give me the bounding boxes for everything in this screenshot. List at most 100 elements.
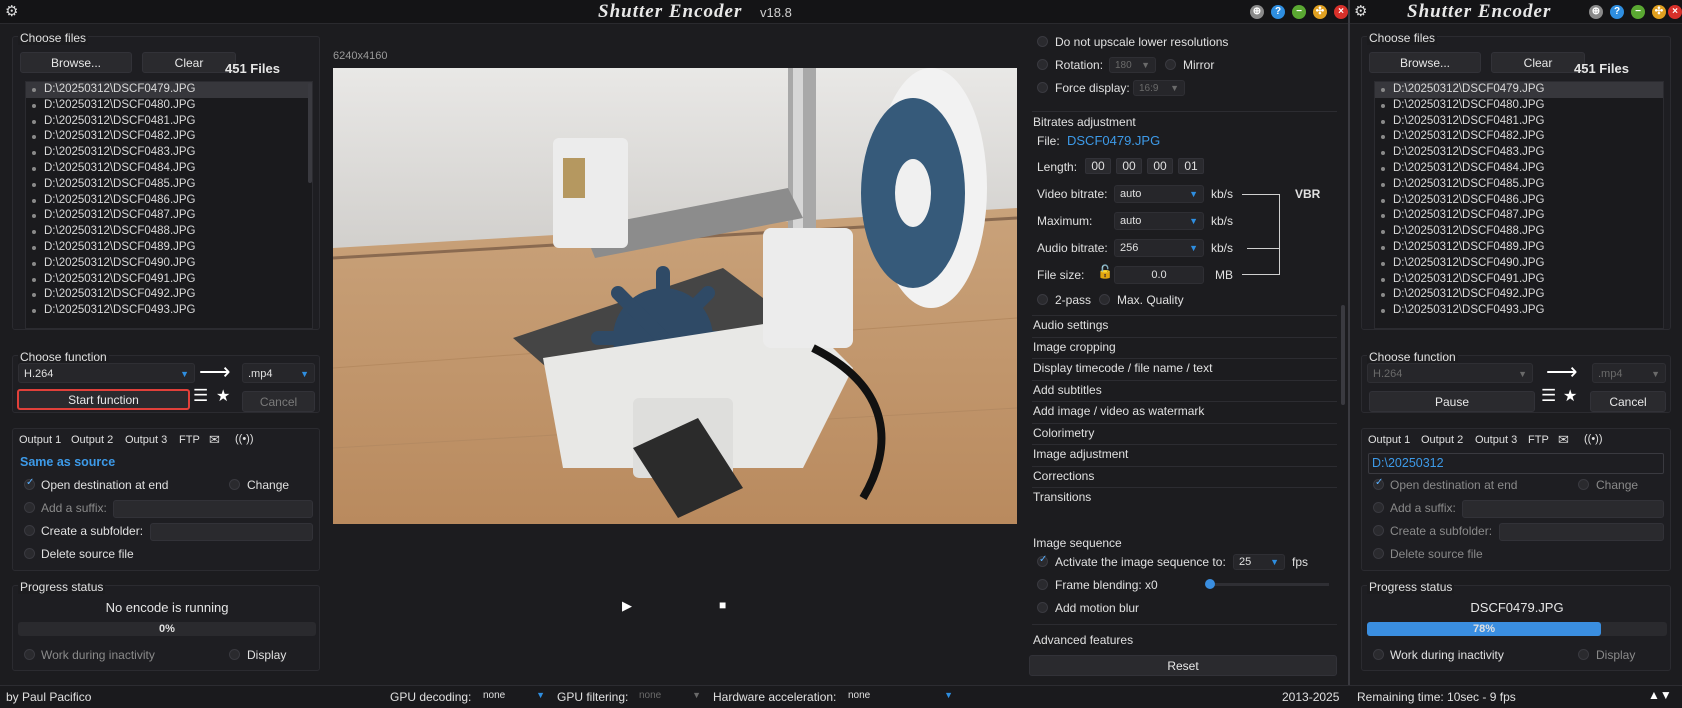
codec-select-2[interactable]: H.264 ▼: [1367, 363, 1533, 383]
list-item[interactable]: D:\20250312\DSCF0481.JPG: [1375, 114, 1663, 130]
length-minutes[interactable]: 00: [1116, 158, 1142, 174]
gpu-filtering-select[interactable]: none ▼: [634, 688, 706, 704]
rotation-checkbox[interactable]: [1037, 59, 1048, 70]
codec-select[interactable]: H.264 ▼: [18, 363, 195, 383]
settings-menu-item[interactable]: Image cropping: [1033, 340, 1116, 354]
gpu-decoding-select[interactable]: none ▼: [478, 688, 550, 704]
globe-icon[interactable]: ⊕: [1589, 5, 1603, 19]
stream-icon[interactable]: ((•)): [235, 433, 254, 445]
max-quality-checkbox[interactable]: [1099, 294, 1110, 305]
list-item[interactable]: D:\20250312\DSCF0479.JPG: [26, 82, 312, 98]
list-item[interactable]: D:\20250312\DSCF0493.JPG: [26, 303, 312, 319]
tab-output-1[interactable]: Output 1: [19, 434, 61, 446]
help-icon[interactable]: ?: [1610, 5, 1624, 19]
list-item[interactable]: D:\20250312\DSCF0481.JPG: [26, 114, 312, 130]
force-display-checkbox[interactable]: [1037, 82, 1048, 93]
frame-blending-handle[interactable]: [1205, 579, 1215, 589]
file-list[interactable]: D:\20250312\DSCF0479.JPG D:\20250312\DSCF…: [25, 81, 313, 329]
length-frames[interactable]: 01: [1178, 158, 1204, 174]
cancel-button[interactable]: Cancel: [242, 391, 315, 412]
settings-menu-item[interactable]: Display timecode / file name / text: [1033, 361, 1212, 375]
destination-label[interactable]: Same as source: [20, 455, 115, 469]
motion-blur-checkbox[interactable]: [1037, 602, 1048, 613]
list-item[interactable]: D:\20250312\DSCF0489.JPG: [26, 240, 312, 256]
list-icon[interactable]: ☰: [193, 386, 208, 406]
list-item[interactable]: D:\20250312\DSCF0487.JPG: [1375, 208, 1663, 224]
star-icon[interactable]: ★: [1563, 386, 1577, 406]
pause-button[interactable]: Pause: [1369, 391, 1535, 412]
globe-icon[interactable]: ⊕: [1250, 5, 1264, 19]
maximum-select[interactable]: auto ▼: [1114, 212, 1204, 230]
subfolder-input-2[interactable]: [1499, 523, 1664, 541]
list-item[interactable]: D:\20250312\DSCF0491.JPG: [26, 272, 312, 288]
lock-icon[interactable]: 🔓: [1097, 264, 1113, 280]
clear-button-2[interactable]: Clear: [1491, 52, 1585, 73]
settings-menu-item[interactable]: Transitions: [1033, 490, 1091, 504]
list-item[interactable]: D:\20250312\DSCF0488.JPG: [26, 224, 312, 240]
settings-menu-item[interactable]: Corrections: [1033, 469, 1094, 483]
tab-output-3[interactable]: Output 3: [125, 434, 167, 446]
reset-button[interactable]: Reset: [1029, 655, 1337, 676]
settings-menu-item[interactable]: Colorimetry: [1033, 426, 1094, 440]
cancel-button-2[interactable]: Cancel: [1590, 391, 1666, 412]
maximize-icon[interactable]: ✣: [1652, 5, 1666, 19]
mirror-checkbox[interactable]: [1165, 59, 1176, 70]
help-icon[interactable]: ?: [1271, 5, 1285, 19]
vbr-label[interactable]: VBR: [1295, 187, 1320, 201]
frame-blending-slider[interactable]: [1207, 583, 1329, 586]
up-down-icon[interactable]: ▲▼: [1648, 688, 1672, 702]
tab-output-2[interactable]: Output 2: [1421, 434, 1463, 446]
subfolder-checkbox-2[interactable]: [1373, 525, 1384, 536]
inactivity-checkbox-2[interactable]: [1373, 649, 1384, 660]
extension-select-2[interactable]: .mp4 ▼: [1592, 363, 1666, 383]
open-destination-checkbox[interactable]: [24, 477, 35, 490]
gear-icon[interactable]: ⚙: [5, 2, 18, 20]
browse-button[interactable]: Browse...: [20, 52, 132, 73]
length-hours[interactable]: 00: [1085, 158, 1111, 174]
display-checkbox[interactable]: [229, 649, 240, 660]
force-display-select[interactable]: 16:9 ▼: [1133, 80, 1185, 96]
close-icon[interactable]: ×: [1668, 5, 1682, 19]
extension-select[interactable]: .mp4 ▼: [242, 363, 315, 383]
suffix-input-2[interactable]: [1462, 500, 1664, 518]
maximize-icon[interactable]: ✣: [1313, 5, 1327, 19]
hw-accel-select[interactable]: none ▼: [843, 688, 958, 704]
minimize-icon[interactable]: −: [1631, 5, 1645, 19]
list-item[interactable]: D:\20250312\DSCF0485.JPG: [26, 177, 312, 193]
subfolder-checkbox[interactable]: [24, 525, 35, 536]
activate-sequence-checkbox[interactable]: [1037, 554, 1048, 567]
list-item[interactable]: D:\20250312\DSCF0485.JPG: [1375, 177, 1663, 193]
list-item[interactable]: D:\20250312\DSCF0489.JPG: [1375, 240, 1663, 256]
tab-output-2[interactable]: Output 2: [71, 434, 113, 446]
change-checkbox-2[interactable]: [1578, 479, 1589, 490]
tab-ftp[interactable]: FTP: [1528, 434, 1549, 446]
list-item[interactable]: D:\20250312\DSCF0486.JPG: [26, 193, 312, 209]
inactivity-checkbox[interactable]: [24, 649, 35, 660]
no-upscale-checkbox[interactable]: [1037, 36, 1048, 47]
open-destination-checkbox-2[interactable]: [1373, 477, 1384, 490]
list-item[interactable]: D:\20250312\DSCF0480.JPG: [1375, 98, 1663, 114]
change-checkbox[interactable]: [229, 479, 240, 490]
minimize-icon[interactable]: −: [1292, 5, 1306, 19]
settings-menu-item[interactable]: Add subtitles: [1033, 383, 1102, 397]
play-icon[interactable]: ▶: [622, 598, 632, 614]
list-item[interactable]: D:\20250312\DSCF0484.JPG: [1375, 161, 1663, 177]
stop-icon[interactable]: ■: [719, 598, 726, 612]
file-list-scrollbar[interactable]: [308, 83, 312, 183]
destination-input-2[interactable]: D:\20250312: [1368, 453, 1664, 474]
stream-icon[interactable]: ((•)): [1584, 433, 1603, 445]
file-size-input[interactable]: 0.0: [1114, 266, 1204, 284]
display-checkbox-2[interactable]: [1578, 649, 1589, 660]
settings-menu-item[interactable]: Image adjustment: [1033, 447, 1128, 461]
list-icon[interactable]: ☰: [1541, 386, 1556, 406]
subfolder-input[interactable]: [150, 523, 313, 541]
list-item[interactable]: D:\20250312\DSCF0490.JPG: [1375, 256, 1663, 272]
length-seconds[interactable]: 00: [1147, 158, 1173, 174]
file-list-2[interactable]: D:\20250312\DSCF0479.JPG D:\20250312\DSCF…: [1374, 81, 1664, 329]
browse-button-2[interactable]: Browse...: [1369, 52, 1481, 73]
two-pass-checkbox[interactable]: [1037, 294, 1048, 305]
list-item[interactable]: D:\20250312\DSCF0486.JPG: [1375, 193, 1663, 209]
suffix-input[interactable]: [113, 500, 313, 518]
right-scrollbar[interactable]: [1341, 305, 1345, 405]
close-icon[interactable]: ×: [1334, 5, 1348, 19]
